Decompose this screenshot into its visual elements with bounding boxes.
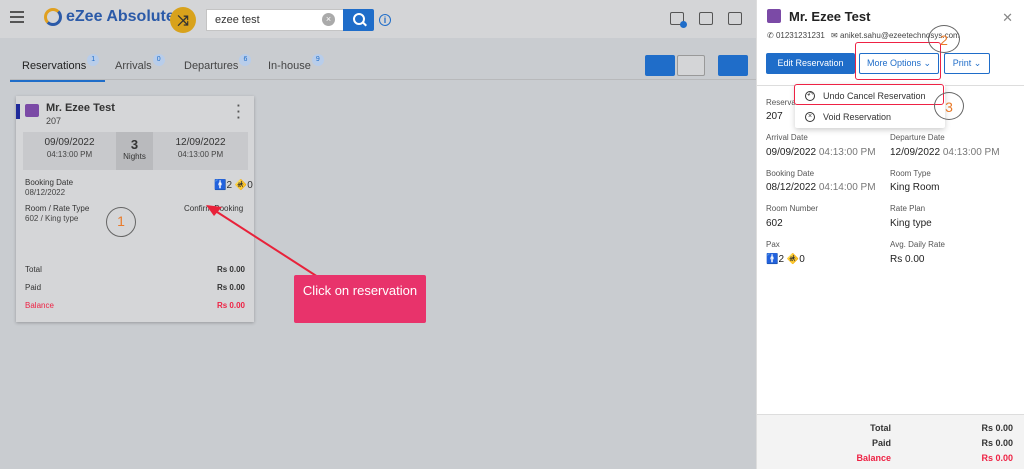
void-icon: × (805, 112, 815, 122)
menu-item-label: Void Reservation (823, 112, 892, 122)
departure-time: 04:13:00 PM (942, 147, 1000, 158)
close-icon[interactable]: ✕ (1002, 10, 1013, 26)
reservation-value: 207 (766, 111, 783, 122)
departure-date: 12/09/2022 (890, 147, 941, 158)
edit-reservation-button[interactable]: Edit Reservation (766, 53, 855, 74)
paid-label: Paid (871, 438, 891, 448)
child-count: 0 (799, 254, 805, 265)
more-options-highlight (855, 42, 941, 80)
room-type-label: Room Type (890, 169, 931, 178)
balance-value: Rs 0.00 (981, 453, 1013, 463)
arrival-datetime: 09/09/2022 04:13:00 PM (766, 147, 876, 158)
print-label: Print (952, 58, 972, 68)
room-type: King Room (890, 182, 940, 193)
departure-date-label: Departure Date (890, 133, 945, 142)
step-2-marker: 2 (928, 25, 960, 53)
rate-plan-label: Rate Plan (890, 204, 926, 213)
rate-plan: King type (890, 218, 932, 229)
room-number: 602 (766, 218, 783, 229)
annotation-arrow (206, 205, 319, 278)
chevron-down-icon: ⌄ (973, 58, 982, 68)
arrival-date: 09/09/2022 (766, 147, 817, 158)
balance-label: Balance (856, 453, 891, 463)
arrival-date-label: Arrival Date (766, 133, 808, 142)
departure-datetime: 12/09/2022 04:13:00 PM (890, 147, 1000, 158)
guest-phone: ✆ 01231231231 (767, 31, 825, 40)
menu-item-void[interactable]: × Void Reservation (805, 112, 891, 122)
hotel-icon (767, 9, 781, 23)
print-button[interactable]: Print ⌄ (944, 53, 990, 74)
adult-count: 2 (778, 254, 785, 265)
booking-datetime: 08/12/2022 04:14:00 PM (766, 182, 876, 193)
room-number-label: Room Number (766, 204, 819, 213)
booking-time: 04:14:00 PM (818, 182, 876, 193)
adr-value: Rs 0.00 (890, 254, 925, 265)
adr-label: Avg. Daily Rate (890, 240, 945, 249)
booking-date: 08/12/2022 (766, 182, 817, 193)
booking-date-label: Booking Date (766, 169, 815, 178)
total-label: Total (870, 423, 891, 433)
arrival-time: 04:13:00 PM (818, 147, 876, 158)
step-3-marker: 3 (934, 92, 964, 120)
panel-footer-totals: Total Rs 0.00 Paid Rs 0.00 Balance Rs 0.… (757, 414, 1024, 469)
pax-count: 🚹2 🚸0 (766, 254, 805, 265)
undo-cancel-highlight (794, 84, 944, 105)
paid-value: Rs 0.00 (981, 438, 1013, 448)
callout-box: Click on reservation (294, 275, 426, 323)
panel-guest-name: Mr. Ezee Test (789, 9, 871, 24)
phone-value: 01231231231 (775, 31, 825, 40)
total-value: Rs 0.00 (981, 423, 1013, 433)
pax-label: Pax (766, 240, 780, 249)
